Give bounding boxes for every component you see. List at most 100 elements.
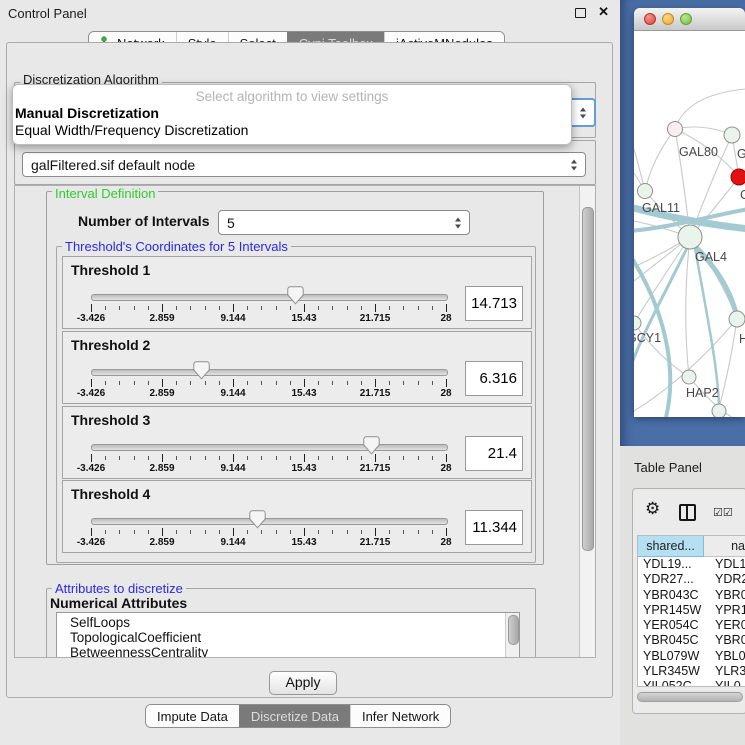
close-icon[interactable]: ✕ [598, 4, 609, 20]
table-data-value: galFiltered.sif default node [31, 157, 195, 173]
network-view-window: GAL80GACGAL11GAL4GCY1HHAP2 [634, 8, 745, 417]
zoom-traffic-light-icon[interactable] [680, 13, 692, 25]
network-edge[interactable] [719, 319, 737, 408]
slider-tick-label: 15.43 [291, 463, 316, 474]
threshold-label: Threshold 4 [71, 486, 150, 502]
numerical-attributes-list[interactable]: SelfLoopsTopologicalCoefficientBetweenne… [56, 612, 520, 658]
tab-label: Infer Network [362, 709, 439, 724]
attributes-list-scrollbar[interactable] [505, 613, 519, 658]
table-header-name[interactable]: na [704, 536, 745, 557]
slider-tick-label: 9.144 [220, 463, 245, 474]
slider-tick-label: -3.426 [77, 537, 105, 548]
threshold-slider-thumb[interactable] [193, 361, 210, 380]
table-hscrollbar-thumb[interactable] [637, 692, 743, 702]
table-cell-name: YBR0 [709, 633, 745, 648]
close-traffic-light-icon[interactable] [644, 13, 656, 25]
network-canvas[interactable]: GAL80GACGAL11GAL4GCY1HHAP2 [634, 31, 745, 417]
network-node-GA-node[interactable] [724, 127, 740, 143]
attribute-list-item[interactable]: SelfLoops [57, 615, 519, 630]
table-row[interactable]: YLR345WYLR3 [638, 664, 745, 679]
threshold-slider-track[interactable] [91, 369, 448, 376]
table-horizontal-scrollbar[interactable] [636, 691, 743, 700]
table-panel-region: Table Panel ⚙ ☑☑ shared...na YDL19...YDL… [620, 446, 745, 745]
algorithm-option-equal-width-frequency-discretization[interactable]: Equal Width/Frequency Discretization [13, 122, 571, 139]
threshold-slider-thumb[interactable] [287, 286, 304, 305]
network-node-GAL4[interactable] [678, 225, 702, 249]
network-node-bottom-node[interactable] [712, 404, 726, 417]
network-edge[interactable] [675, 127, 732, 135]
tab-discretize-data[interactable]: Discretize Data [239, 705, 350, 727]
table-row[interactable]: YDL19...YDL1 [638, 557, 745, 572]
threshold-panel: Threshold 3-3.4262.8599.14415.4321.71528… [62, 406, 532, 479]
threshold-value-field[interactable]: 21.4 [465, 436, 523, 471]
settings-vertical-scrollbar[interactable] [579, 186, 595, 657]
combo-arrows-icon [455, 217, 461, 228]
threshold-slider-thumb[interactable] [363, 436, 380, 455]
column-layout-icon[interactable] [679, 504, 696, 521]
table-row[interactable]: YBR043CYBR0 [638, 588, 745, 603]
network-node-GAL11[interactable] [638, 184, 653, 199]
network-node-GCY1[interactable] [634, 316, 641, 330]
slider-tick-label: 28 [440, 388, 451, 399]
threshold-value-field[interactable]: 14.713 [465, 286, 523, 321]
select-columns-checkboxes-icon[interactable]: ☑☑ [713, 506, 733, 519]
tab-infer-network[interactable]: Infer Network [350, 705, 450, 727]
gear-icon[interactable]: ⚙ [645, 499, 660, 519]
table-row[interactable]: YBL079WYBL0 [638, 649, 745, 664]
network-edge[interactable] [675, 89, 745, 129]
table-row[interactable]: YBR045CYBR0 [638, 633, 745, 648]
thresholds-group-label: Threshold's Coordinates for 5 Intervals [62, 239, 291, 254]
minimize-traffic-light-icon[interactable] [662, 13, 674, 25]
network-edge-highlighted[interactable] [634, 248, 687, 363]
table-cell-name: YLR3 [709, 664, 745, 679]
network-node-GAL80[interactable] [668, 122, 683, 137]
slider-tick-labels: -3.4262.8599.14415.4321.71528 [91, 313, 447, 325]
threshold-label: Threshold 3 [71, 412, 150, 428]
table-header-row: shared...na [638, 536, 745, 557]
slider-tick-label: 9.144 [220, 537, 245, 548]
slider-tick-label: -3.426 [77, 388, 105, 399]
desktop-background: GAL80GACGAL11GAL4GCY1HHAP2 [620, 0, 745, 446]
network-window-titlebar[interactable] [634, 8, 745, 31]
slider-tick-label: 21.715 [360, 313, 391, 324]
number-of-intervals-combobox[interactable]: 5 [218, 210, 470, 235]
attribute-list-item[interactable]: TopologicalCoefficient [57, 630, 519, 645]
threshold-slider-track[interactable] [91, 518, 448, 525]
network-edge[interactable] [645, 129, 675, 191]
threshold-slider-thumb[interactable] [249, 510, 266, 529]
network-node-HAP2[interactable] [682, 370, 696, 384]
apply-button[interactable]: Apply [269, 671, 337, 695]
table-row[interactable]: YDR27...YDR2 [638, 572, 745, 587]
table-row[interactable]: YIL052CYIL0 [638, 679, 745, 687]
table-cell-name: YER0 [709, 618, 745, 633]
table-row[interactable]: YER054CYER0 [638, 618, 745, 633]
tab-label: Impute Data [157, 709, 228, 724]
float-window-icon[interactable] [575, 8, 586, 18]
bottom-tab-bar: Impute Data Discretize Data Infer Network [145, 704, 451, 728]
slider-tick-label: 2.859 [149, 313, 174, 324]
table-cell-shared-name: YBR045C [638, 633, 709, 648]
node-attribute-table[interactable]: shared...na YDL19...YDL1YDR27...YDR2YBR0… [637, 535, 745, 687]
threshold-value-field[interactable]: 11.344 [465, 510, 523, 545]
network-edge[interactable] [686, 237, 690, 377]
algorithm-option-manual-discretization[interactable]: Manual Discretization [13, 105, 571, 122]
settings-scrollbar-thumb[interactable] [582, 207, 594, 551]
table-header-shared-name[interactable]: shared... [638, 536, 704, 557]
threshold-label: Threshold 2 [71, 337, 150, 353]
table-cell-name: YBR0 [709, 588, 745, 603]
table-data-combobox[interactable]: galFiltered.sif default node [22, 152, 586, 177]
threshold-value-field[interactable]: 6.316 [465, 361, 523, 396]
network-node-H-node[interactable] [729, 311, 745, 327]
table-cell-name: YPR1 [709, 603, 745, 618]
threshold-slider-track[interactable] [91, 294, 448, 301]
tab-impute-data[interactable]: Impute Data [146, 705, 239, 727]
slider-tick-marks [91, 454, 447, 463]
attributes-list-scrollbar-thumb[interactable] [508, 615, 519, 645]
slider-tick-label: 21.715 [360, 388, 391, 399]
combo-arrows-icon [580, 107, 586, 118]
table-row[interactable]: YPR145WYPR1 [638, 603, 745, 618]
attribute-list-item[interactable]: BetweennessCentrality [57, 645, 519, 658]
slider-tick-marks [91, 304, 447, 313]
threshold-slider-track[interactable] [91, 444, 448, 451]
network-node-red-node[interactable] [731, 169, 745, 185]
